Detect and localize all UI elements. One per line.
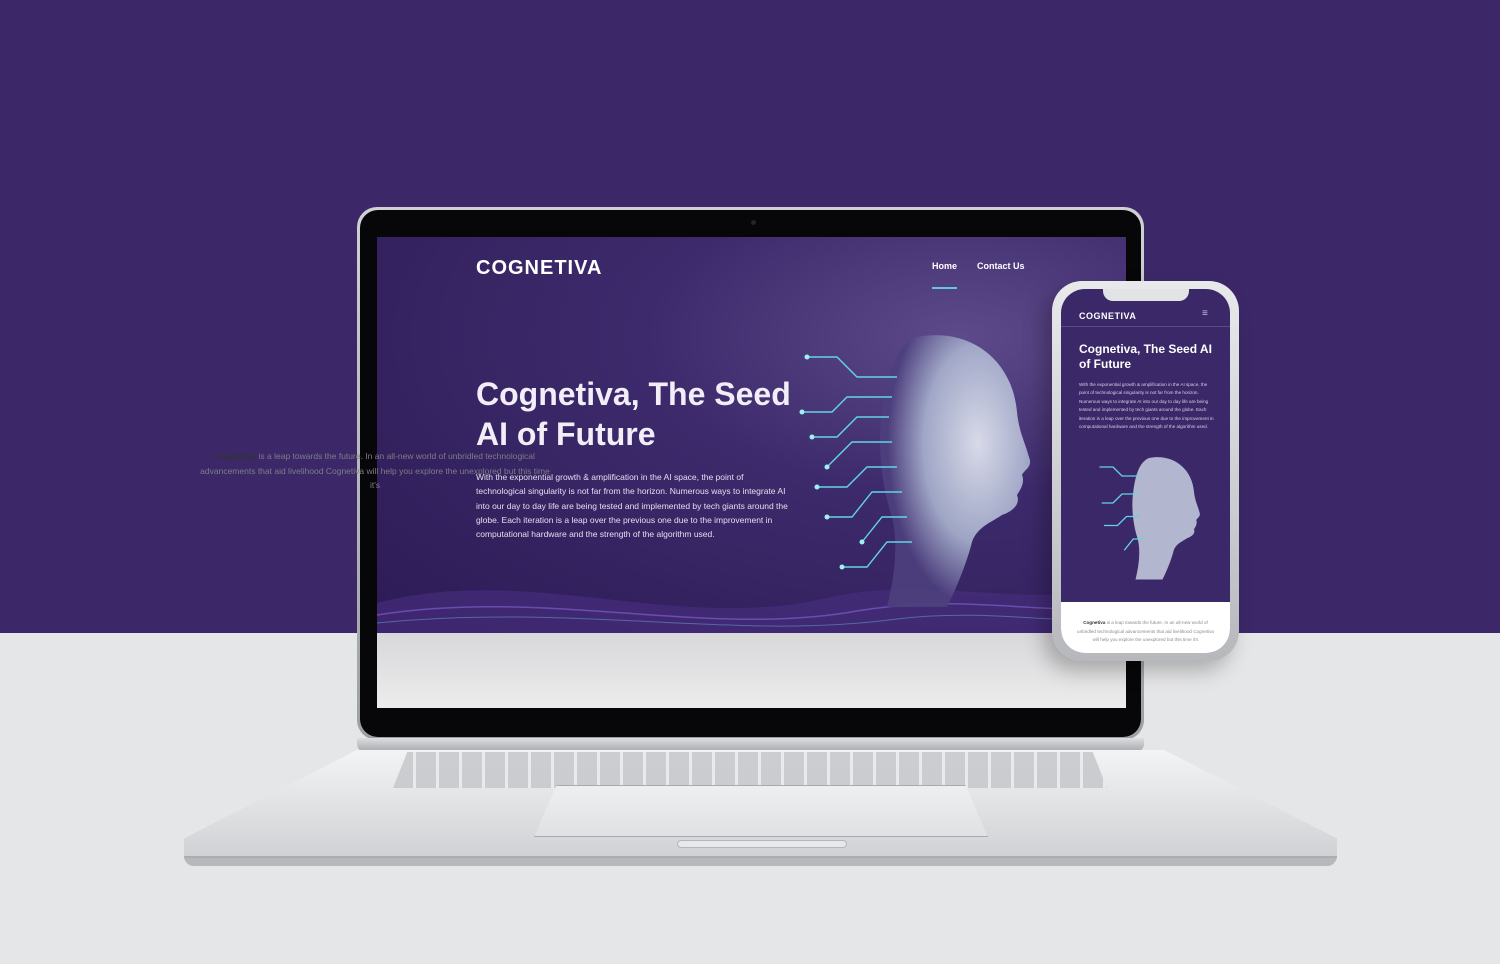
phone-site-logo[interactable]: COGNETIVA <box>1079 311 1136 321</box>
phone-ai-head-illustration <box>1099 457 1200 580</box>
site-logo[interactable]: COGNETIVA <box>476 257 602 280</box>
hero-title: Cognetiva, The Seed AI of Future <box>476 376 791 452</box>
ai-head-illustration <box>799 335 1031 607</box>
intro-brand: Cognetiva <box>215 451 257 461</box>
hamburger-icon[interactable]: ≡ <box>1202 308 1208 319</box>
phone-frame: COGNETIVA ≡ Cognetiva, The Seed AI of Fu… <box>1052 281 1239 661</box>
phone-notch <box>1103 289 1189 301</box>
laptop-keyboard <box>393 752 1107 788</box>
phone-hero-title: Cognetiva, The Seed AI of Future <box>1079 342 1212 371</box>
phone-hero-description: With the exponential growth & amplificat… <box>1079 382 1214 430</box>
main-nav: Home Contact Us <box>932 261 1025 289</box>
hero-section: COGNETIVA Home Contact Us Cognetiva, The… <box>377 237 1126 633</box>
laptop-hinge <box>357 738 1144 752</box>
phone-intro-brand: Cognetiva <box>1083 620 1106 625</box>
nav-home[interactable]: Home <box>932 261 958 289</box>
phone-intro-text: Cognetiva is a leap towards the future. … <box>1075 619 1216 645</box>
phone-header-divider <box>1061 326 1230 327</box>
camera-icon <box>751 220 756 225</box>
phone-screen: COGNETIVA ≡ Cognetiva, The Seed AI of Fu… <box>1061 289 1230 653</box>
nav-contact-us[interactable]: Contact Us <box>977 261 1025 289</box>
intro-section <box>377 633 1126 708</box>
laptop-shadow <box>184 856 1337 866</box>
intro-text: Cognetiva is a leap towards the future. … <box>196 449 554 493</box>
laptop-opening-notch <box>677 840 847 848</box>
laptop-trackpad <box>534 785 988 837</box>
